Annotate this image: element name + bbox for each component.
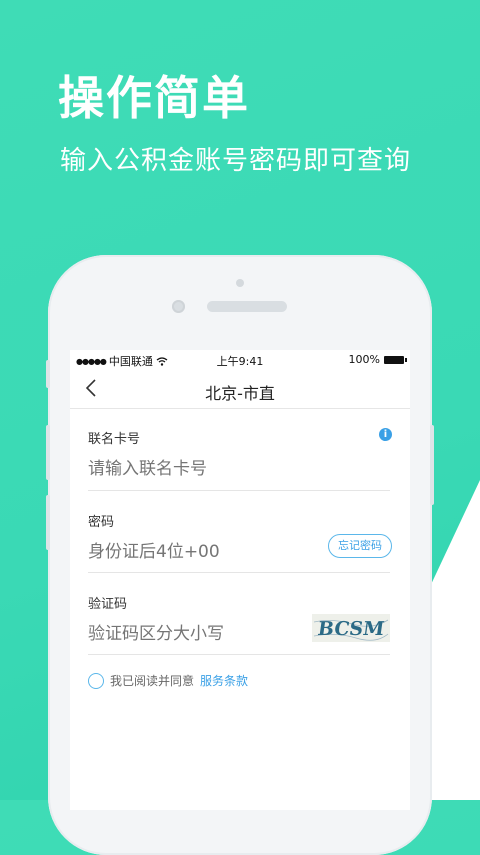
phone-side-button <box>46 425 50 480</box>
phone-sensor <box>236 279 244 287</box>
card-field: 联名卡号 <box>88 428 390 479</box>
battery-label: 100% <box>348 353 380 366</box>
agreement-text: 我已阅读并同意 <box>110 674 195 688</box>
captcha-label: 验证码 <box>88 597 128 612</box>
phone-speaker <box>207 301 287 312</box>
battery-icon <box>384 355 407 364</box>
phone-side-button <box>46 360 50 388</box>
promo-subline: 输入公积金账号密码即可查询 <box>60 146 412 176</box>
page-title: 北京-市直 <box>205 384 275 403</box>
divider <box>88 490 390 491</box>
card-input[interactable] <box>88 459 308 479</box>
captcha-image[interactable]: BCSM <box>312 614 390 642</box>
phone-side-button <box>430 425 434 505</box>
status-bar: ●●●●● 中国联通 上午9:41 100% <box>70 350 410 370</box>
divider <box>88 572 390 573</box>
nav-bar: 北京-市直 <box>70 370 410 409</box>
card-label: 联名卡号 <box>88 432 141 447</box>
phone-screen: ●●●●● 中国联通 上午9:41 100% 北京-市直 联名卡号 i 密码 忘… <box>70 350 410 810</box>
phone-camera <box>172 300 185 313</box>
promo-headline: 操作简单 <box>58 71 250 125</box>
agreement-row: 我已阅读并同意 服务条款 <box>88 672 248 689</box>
status-right: 100% <box>348 353 407 366</box>
password-input[interactable] <box>88 542 308 562</box>
phone-side-button <box>46 495 50 550</box>
divider <box>88 654 390 655</box>
captcha-input[interactable] <box>88 624 308 644</box>
captcha-text: BCSM <box>316 617 385 640</box>
password-label: 密码 <box>88 515 115 530</box>
forgot-password-button[interactable]: 忘记密码 <box>328 534 392 558</box>
agreement-checkbox[interactable] <box>88 672 104 689</box>
terms-link[interactable]: 服务条款 <box>200 672 248 689</box>
info-icon[interactable]: i <box>379 428 392 441</box>
